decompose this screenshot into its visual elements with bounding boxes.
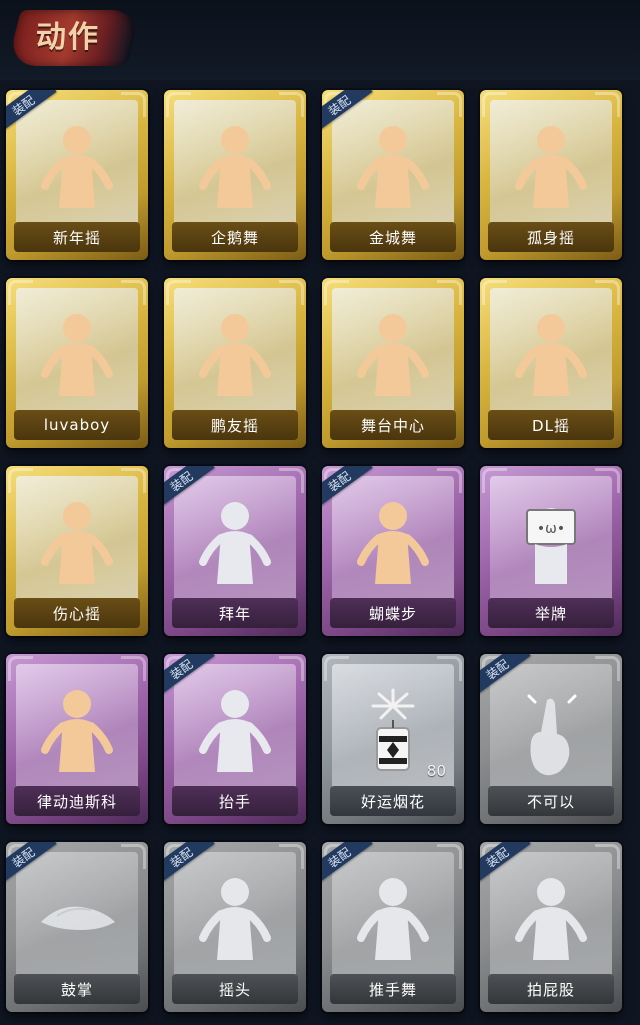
figure-spank-icon [515,878,587,960]
dancer-sway-icon [515,126,587,208]
dancer-penguin-icon [199,126,271,208]
emote-label: 企鹅舞 [172,222,298,252]
finger-wag-icon [527,694,577,776]
figure-push-icon [357,878,429,960]
emote-card[interactable]: DL摇 [480,278,622,448]
dancer-clap-icon [41,126,113,208]
header-bar: 动作 [0,0,640,80]
emote-card[interactable]: 舞台中心 [322,278,464,448]
dancer-shake-icon [199,314,271,396]
emote-label: luvaboy [14,410,140,440]
figure-bow-icon [199,502,271,584]
emote-card[interactable]: 推手舞 装配 [322,842,464,1012]
emote-card[interactable]: 企鹅舞 [164,90,306,260]
emote-label: 不可以 [488,786,614,816]
dancer-cross-icon [41,314,113,396]
emote-label: 舞台中心 [330,410,456,440]
figure-sign-icon: •ω• [526,508,576,584]
figure-raise-hand-icon [199,690,271,772]
emote-card[interactable]: 蝴蝶步 装配 [322,466,464,636]
emote-label: 推手舞 [330,974,456,1004]
item-count: 80 [426,762,446,780]
emote-label: 鼓掌 [14,974,140,1004]
emote-card[interactable]: 伤心摇 [6,466,148,636]
emote-card[interactable]: 律动迪斯科 [6,654,148,824]
emote-label: 举牌 [488,598,614,628]
page-title: 动作 [36,20,100,55]
emote-label: 伤心摇 [14,598,140,628]
emote-card[interactable]: 拜年 装配 [164,466,306,636]
clap-hands-icon [41,906,115,930]
emote-label: 好运烟花 [330,786,456,816]
emote-card[interactable]: 摇头 装配 [164,842,306,1012]
figure-dab-icon [357,502,429,584]
emote-card[interactable]: 孤身摇 [480,90,622,260]
emote-label: 孤身摇 [488,222,614,252]
emote-label: 律动迪斯科 [14,786,140,816]
emote-card[interactable]: luvaboy [6,278,148,448]
emote-label: 鹏友摇 [172,410,298,440]
emote-label: 金城舞 [330,222,456,252]
emote-label: 摇头 [172,974,298,1004]
figure-headshake-icon [199,878,271,960]
emote-label: 新年摇 [14,222,140,252]
emote-label: 抬手 [172,786,298,816]
figure-disco-icon [41,690,113,772]
emote-label: DL摇 [488,410,614,440]
emote-card[interactable]: 鼓掌 装配 [6,842,148,1012]
emote-card[interactable]: 新年摇 装配 [6,90,148,260]
dancer-heart-icon [41,502,113,584]
emote-label: 蝴蝶步 [330,598,456,628]
emote-card[interactable]: 金城舞 装配 [322,90,464,260]
dancer-wave-icon [357,126,429,208]
emote-card[interactable]: •ω• 举牌 [480,466,622,636]
dancer-center-icon [357,314,429,396]
emote-card[interactable]: 80 好运烟花 [322,654,464,824]
emote-card[interactable]: 抬手 装配 [164,654,306,824]
dancer-point-icon [515,314,587,396]
emote-card[interactable]: 不可以 装配 [480,654,622,824]
emote-card[interactable]: 拍屁股 装配 [480,842,622,1012]
svg-text:•ω•: •ω• [537,521,565,537]
emote-label: 拜年 [172,598,298,628]
emote-card[interactable]: 鹏友摇 [164,278,306,448]
emote-label: 拍屁股 [488,974,614,1004]
